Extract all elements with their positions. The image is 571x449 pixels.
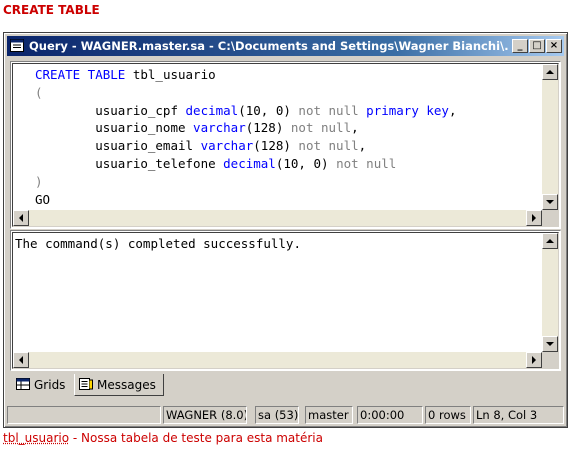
- scroll-up-button[interactable]: [542, 64, 558, 80]
- code-line: usuario_nome varchar(128) not null,: [35, 119, 457, 137]
- sql-editor[interactable]: CREATE TABLE tbl_usuario( usuario_cpf de…: [35, 66, 457, 208]
- result-message: The command(s) completed successfully.: [15, 236, 301, 251]
- messages-icon: [79, 378, 93, 390]
- figure-caption: tbl_usuario - Nossa tabela de teste para…: [3, 431, 323, 445]
- code-token: not null: [298, 138, 359, 154]
- code-line: GO: [35, 191, 457, 209]
- arrow-right-icon: [532, 214, 536, 222]
- arrow-down-icon: [546, 200, 554, 204]
- code-token: ): [35, 173, 43, 189]
- editor-horizontal-scrollbar[interactable]: [13, 210, 542, 226]
- caption-text: - Nossa tabela de teste para esta matéri…: [69, 431, 323, 445]
- code-line: CREATE TABLE tbl_usuario: [35, 66, 457, 84]
- code-token: ,: [358, 138, 367, 154]
- close-button[interactable]: ×: [546, 39, 562, 53]
- code-token: not null: [298, 102, 359, 118]
- status-server: WAGNER (8.0): [163, 406, 247, 424]
- scroll-up-button[interactable]: [542, 233, 558, 249]
- code-token: ,: [448, 102, 457, 118]
- status-database: master: [305, 406, 353, 424]
- grid-icon: [16, 378, 30, 390]
- code-token: (128): [245, 120, 291, 136]
- code-token: ,: [351, 120, 359, 136]
- code-token: not null: [290, 120, 352, 136]
- tab-grids-label: Grids: [34, 378, 66, 392]
- scroll-down-button[interactable]: [542, 336, 558, 352]
- code-token: (: [35, 84, 43, 100]
- code-token: decimal: [223, 155, 276, 171]
- scroll-right-button[interactable]: [526, 352, 542, 368]
- query-editor-pane: CREATE TABLE tbl_usuario( usuario_cpf de…: [10, 61, 561, 229]
- arrow-down-icon: [546, 342, 554, 346]
- code-token: usuario_nome: [35, 120, 194, 136]
- scroll-left-button[interactable]: [13, 352, 29, 368]
- code-token: usuario_telefone: [35, 155, 224, 171]
- code-token: GO: [35, 191, 51, 207]
- code-token: usuario_cpf: [35, 102, 186, 118]
- code-token: (128): [253, 138, 299, 154]
- arrow-left-icon: [19, 214, 23, 222]
- minimize-button[interactable]: _: [512, 39, 528, 53]
- code-token: varchar: [200, 138, 254, 154]
- code-token: usuario_email: [35, 138, 201, 154]
- status-time: 0:00:00: [357, 406, 423, 424]
- status-bar: WAGNER (8.0) sa (53) master 0:00:00 0 ro…: [7, 405, 564, 425]
- code-line: usuario_email varchar(128) not null,: [35, 137, 457, 155]
- arrow-up-icon: [546, 70, 554, 74]
- code-token: decimal: [185, 102, 239, 118]
- scroll-right-button[interactable]: [526, 210, 542, 226]
- code-token: (10, 0): [238, 102, 299, 118]
- arrow-right-icon: [532, 356, 536, 364]
- scroll-left-button[interactable]: [13, 210, 29, 226]
- code-token: tbl_usuario: [125, 67, 216, 82]
- code-token: CREATE TABLE: [35, 67, 126, 82]
- code-token: primary key: [366, 102, 449, 118]
- scroll-corner: [542, 352, 558, 368]
- results-horizontal-scrollbar[interactable]: [13, 352, 542, 368]
- tab-grids[interactable]: Grids: [12, 374, 74, 396]
- code-line: (: [35, 84, 457, 102]
- code-token: not null: [336, 155, 397, 171]
- results-pane: The command(s) completed successfully.: [10, 230, 561, 371]
- arrow-left-icon: [19, 356, 23, 364]
- scroll-down-button[interactable]: [542, 194, 558, 210]
- code-token: (10, 0): [275, 155, 337, 171]
- code-line: ): [35, 173, 457, 191]
- status-empty: [7, 406, 161, 424]
- status-position: Ln 8, Col 3: [473, 406, 564, 424]
- title-bar[interactable]: Query - WAGNER.master.sa - C:\Documents …: [7, 36, 564, 56]
- editor-vertical-scrollbar[interactable]: [542, 64, 558, 210]
- tab-messages-label: Messages: [97, 378, 156, 392]
- caption-table-name: tbl_usuario: [3, 431, 70, 445]
- maximize-button[interactable]: □: [529, 39, 545, 53]
- code-line: usuario_cpf decimal(10, 0) not null prim…: [35, 102, 457, 120]
- page-heading: CREATE TABLE: [3, 3, 100, 17]
- arrow-up-icon: [546, 239, 554, 243]
- tab-messages[interactable]: Messages: [74, 374, 164, 396]
- scroll-corner: [542, 210, 558, 226]
- code-token: varchar: [193, 120, 246, 136]
- status-rows: 0 rows: [425, 406, 471, 424]
- results-vertical-scrollbar[interactable]: [542, 233, 558, 352]
- status-user: sa (53): [255, 406, 299, 424]
- window-title: Query - WAGNER.master.sa - C:\Documents …: [29, 39, 509, 53]
- code-line: usuario_telefone decimal(10, 0) not null: [35, 155, 457, 173]
- query-window-icon: [10, 39, 24, 52]
- query-window: Query - WAGNER.master.sa - C:\Documents …: [3, 32, 568, 428]
